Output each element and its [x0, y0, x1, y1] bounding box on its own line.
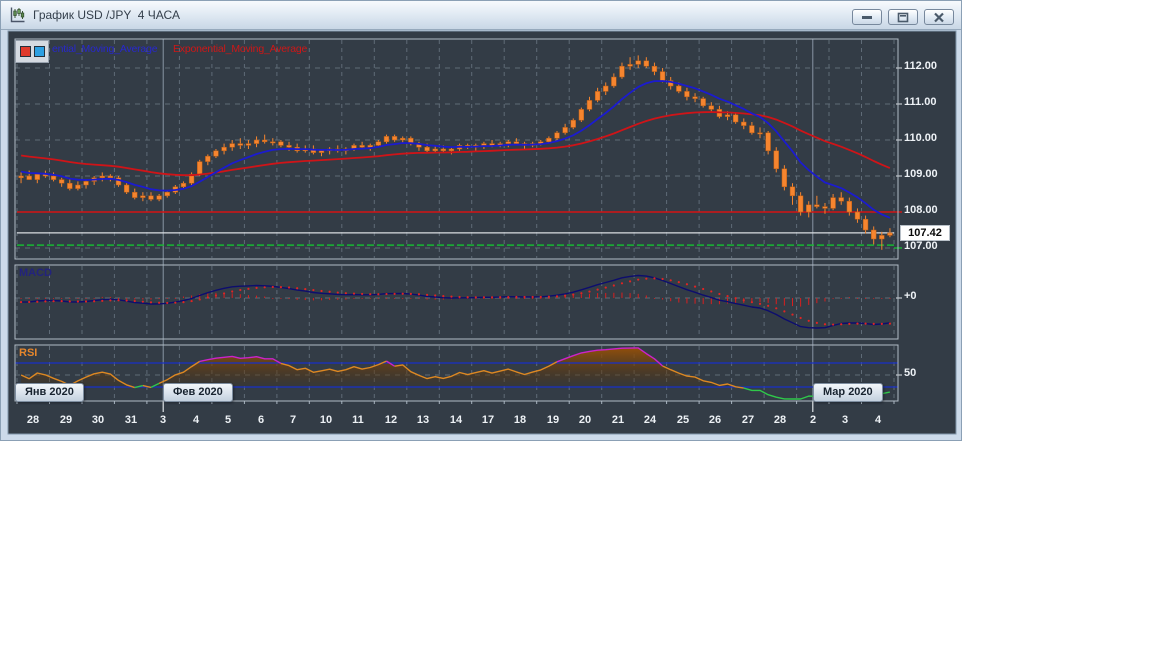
month-marker-jan: Янв 2020 [15, 383, 84, 402]
price-axis-label: 110.00 [904, 132, 938, 144]
macd-panel-label: MACD [19, 267, 52, 279]
month-marker-feb: Фев 2020 [163, 383, 233, 402]
current-price-badge: 107.42 [900, 225, 950, 241]
rsi-panel-label: RSI [19, 347, 38, 359]
price-axis-label: 107.00 [904, 240, 938, 252]
price-axis-label: 109.00 [904, 168, 938, 180]
chart-window: График USD /JPY 4 ЧАСА ential_Moving_Ave… [0, 0, 962, 441]
rsi-axis-label: 50 [904, 367, 917, 379]
price-axis-label: 111.00 [904, 96, 937, 108]
macd-axis-label: +0 [904, 290, 917, 302]
legend-ema-fast: ential_Moving_Average [52, 43, 158, 55]
month-marker-mar: Мар 2020 [813, 383, 883, 402]
legend-ema-slow: Exponential_Moving_Average [173, 43, 308, 55]
price-axis-label: 108.00 [904, 204, 938, 216]
price-axis-label: 112.00 [904, 60, 938, 72]
indicator-blue-button[interactable] [34, 46, 45, 57]
indicator-red-button[interactable] [20, 46, 31, 57]
chart-canvas[interactable] [1, 1, 963, 442]
indicator-buttons-chip [15, 40, 49, 63]
